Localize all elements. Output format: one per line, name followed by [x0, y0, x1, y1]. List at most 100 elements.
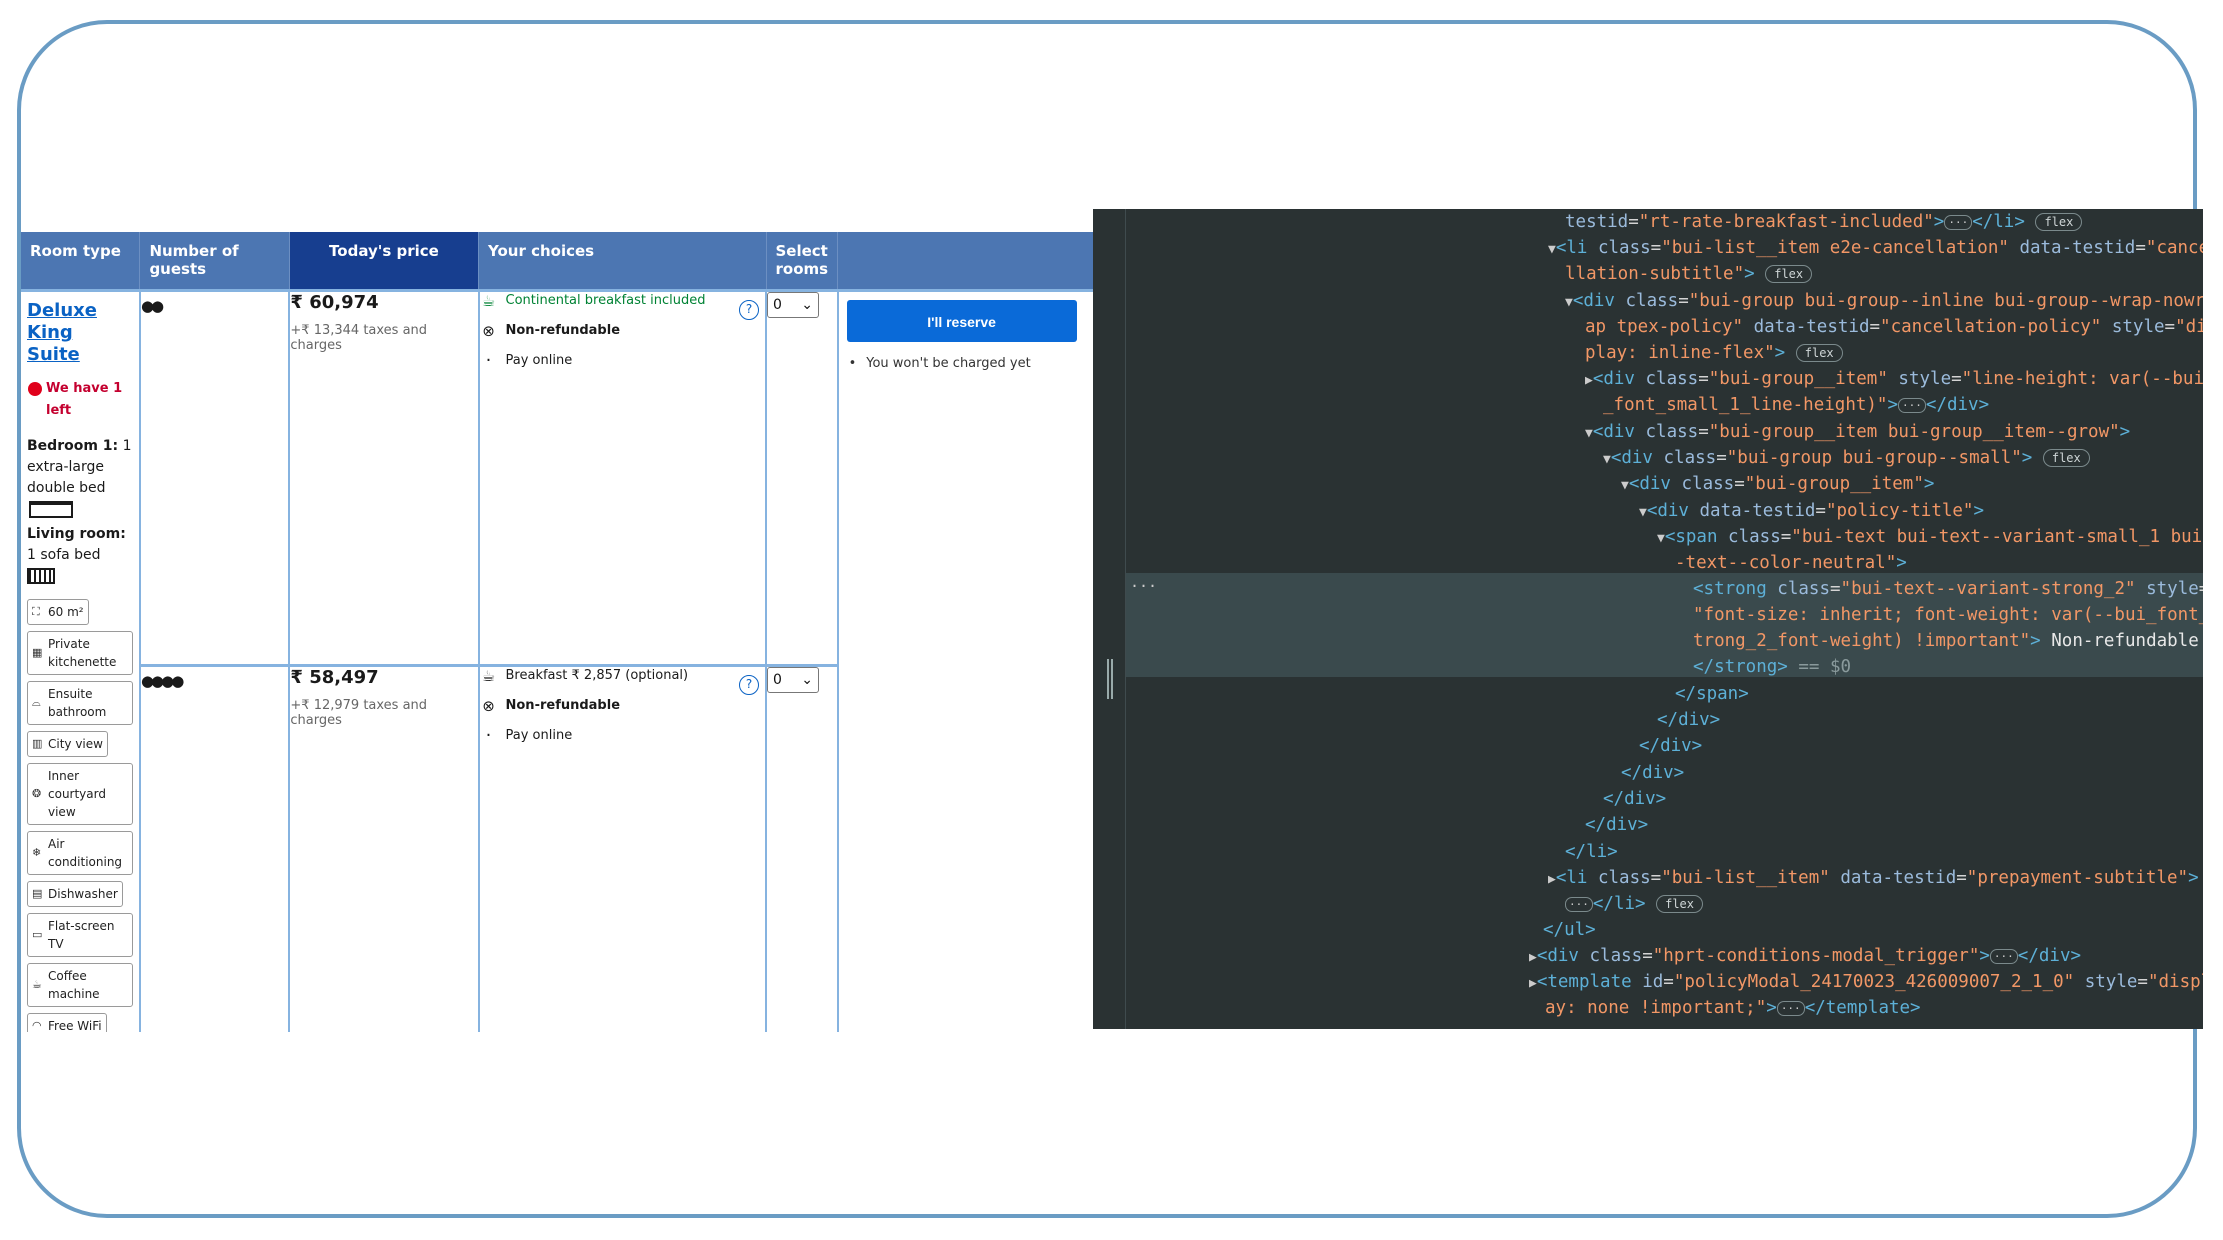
wifi-icon: ◠ [32, 1019, 42, 1032]
dom-line[interactable]: ▼<div data-testid="policy-title"> [1639, 498, 1984, 526]
room-table-panel: Room type Number of guests Today's price… [21, 232, 1097, 1032]
price-taxes: +₹ 12,979 taxes and charges [290, 697, 428, 728]
price-taxes: +₹ 13,344 taxes and charges [290, 323, 428, 353]
reserve-note: You won't be charged yet [847, 356, 1089, 371]
header-action [837, 232, 1097, 292]
room-count-select[interactable]: 0 ⌄ [767, 292, 819, 318]
price-amount: ₹ 58,497 [290, 666, 379, 688]
dom-line[interactable]: ▶<div class="hprt-conditions-modal_trigg… [1529, 943, 2081, 971]
facility-air-conditioning: ❄ Air conditioning [27, 831, 133, 875]
coffee-icon: ☕ [32, 978, 42, 991]
header-select-rooms: Select rooms [766, 232, 839, 292]
two-guests-icon: ●● [140, 297, 164, 315]
cup-icon: ☕ [481, 292, 496, 310]
dom-line[interactable]: ▼<div class="bui-group bui-group--inline… [1565, 288, 2203, 316]
facility-tv: ▭ Flat-screen TV [27, 913, 133, 957]
no-refund-icon: ⊗ [482, 696, 495, 715]
breakfast-option: ☕ Breakfast ₹ 2,857 (optional) [480, 667, 766, 685]
payment-policy: · Pay online [480, 352, 766, 370]
dom-line[interactable]: llation-subtitle"> flex [1565, 261, 1813, 287]
header-room-type: Room type [21, 232, 141, 292]
bedroom-info: Bedroom 1: 1 extra-large double bed [27, 436, 133, 520]
dishwasher-icon: ▤ [32, 887, 43, 900]
dom-line[interactable]: ▶<li class="bui-list__item" data-testid=… [1548, 865, 2199, 893]
room-type-cell: Deluxe King Suite We have 1 left Bedroom… [21, 290, 141, 1032]
kitchen-icon: ▦ [32, 646, 43, 659]
size-icon: ⛶ [32, 605, 40, 618]
dom-line-selected[interactable]: trong_2_font-weight) !important"> Non-re… [1693, 628, 2199, 654]
node-menu-icon[interactable]: ··· [1130, 577, 1157, 595]
dom-line[interactable]: </div> [1603, 786, 1666, 812]
dom-line[interactable]: ▼<div class="bui-group bui-group--small"… [1603, 445, 2090, 473]
bullet-icon: · [485, 350, 492, 371]
dom-line-selected[interactable]: "font-size: inherit; font-weight: var(--… [1693, 602, 2203, 628]
facility-list: ⛶ 60 m² ▦ Private kitchenette ⌓ Ensuite bat… [27, 599, 133, 1032]
reserve-button[interactable]: I'll reserve [846, 300, 1077, 342]
choices-cell-2: ? ☕ Breakfast ₹ 2,857 (optional) ⊗ Non-ref… [478, 665, 767, 1032]
dom-line[interactable]: play: inline-flex"> flex [1585, 340, 1843, 366]
facility-size: ⛶ 60 m² [27, 599, 89, 625]
double-bed-icon [29, 500, 73, 518]
dom-line[interactable]: </ul> [1543, 917, 1596, 943]
dom-line[interactable]: testid="rt-rate-breakfast-included"> ··· <… [1565, 209, 2083, 235]
dom-line[interactable]: </li> [1565, 839, 1618, 865]
cancellation-policy: ⊗ Non-refundable [480, 697, 766, 715]
select-cell-2: 0 ⌄ [766, 665, 839, 1032]
help-icon[interactable]: ? [739, 300, 759, 320]
room-name-link[interactable]: Deluxe King Suite [27, 300, 133, 366]
city-icon: ▥ [32, 737, 43, 750]
dom-line[interactable]: </div> [1585, 812, 1648, 838]
facility-city-view: ▥ City view [27, 731, 108, 757]
dom-line[interactable]: ▶<template id="policyModal_24170023_4260… [1529, 969, 2203, 997]
facility-bathroom: ⌓ Ensuite bathroom [27, 681, 133, 725]
payment-policy: · Pay online [480, 724, 766, 746]
breakfast-option: ☕ Continental breakfast included [480, 292, 766, 310]
dom-line[interactable]: ··· </li> flex [1565, 891, 1704, 917]
dom-line[interactable]: ▼<li class="bui-list__item e2e-cancellat… [1548, 235, 2203, 263]
help-icon[interactable]: ? [739, 674, 759, 695]
panel-resize-handle[interactable] [1107, 659, 1113, 699]
cup-icon: ☕ [481, 666, 496, 685]
dom-line[interactable]: ▶<div class="bui-group__item" style="lin… [1585, 366, 2203, 394]
dom-line-selected[interactable]: <strong class="bui-text--variant-strong_… [1693, 576, 2203, 602]
choices-cell-1: ? ☕ Continental breakfast included ⊗ Non-r… [478, 290, 767, 667]
dom-line[interactable]: ▼<span class="bui-text bui-text--variant… [1657, 524, 2202, 552]
dom-line[interactable]: </span> [1675, 681, 1749, 707]
bullet-icon: · [485, 724, 492, 746]
dom-line[interactable]: -text--color-neutral"> [1675, 550, 1907, 576]
facility-dishwasher: ▤ Dishwasher [27, 881, 123, 907]
dom-line[interactable]: </div> [1621, 760, 1684, 786]
dom-line[interactable]: ▼<div class="bui-group__item"> [1621, 471, 1934, 499]
guests-cell-2: ●●●● [139, 665, 291, 1032]
dom-line[interactable]: ap tpex-policy" data-testid="cancellatio… [1585, 314, 2203, 340]
facility-courtyard-view: ❂ Inner courtyard view [27, 763, 133, 825]
facility-kitchenette: ▦ Private kitchenette [27, 631, 133, 675]
tv-icon: ▭ [32, 928, 43, 941]
facility-coffee-machine: ☕ Coffee machine [27, 963, 133, 1007]
snowflake-icon: ❄ [32, 846, 42, 859]
dom-line-selected[interactable]: </strong> == $0 [1693, 654, 1851, 680]
alert-dot-icon [28, 382, 42, 396]
header-price: Today's price [289, 232, 480, 292]
price-cell-1: ₹ 60,974 +₹ 13,344 taxes and charges [289, 290, 480, 667]
chevron-down-icon: ⌄ [801, 671, 813, 688]
room-count-select[interactable]: 0 ⌄ [767, 666, 819, 693]
devtools-elements-panel: ··· testid="rt-rate-breakfast-included">… [1093, 209, 2203, 1029]
dom-line[interactable]: ▼<div class="bui-group__item bui-group__… [1585, 419, 2130, 447]
no-refund-icon: ⊗ [482, 322, 495, 340]
availability-badge: We have 1 left [27, 378, 133, 422]
dom-line[interactable]: ay: none !important;"> ··· </template> [1545, 995, 1921, 1021]
living-room-info: Living room: 1 sofa bed [27, 524, 133, 587]
reserve-cell: I'll reserve You won't be charged yet [838, 291, 1097, 1033]
dom-line[interactable]: _font_small_1_line-height)"> ··· </div> [1603, 392, 1989, 418]
courtyard-icon: ❂ [32, 787, 42, 800]
guests-cell-1: ●● [139, 290, 291, 667]
bath-icon: ⌓ [32, 696, 41, 709]
select-cell-1: 0 ⌄ [766, 290, 839, 667]
dom-line[interactable]: </div> [1639, 733, 1702, 759]
facility-wifi: ◠ Free WiFi [27, 1013, 107, 1032]
header-choices: Your choices [478, 232, 767, 292]
header-guests: Number of guests [139, 232, 290, 292]
price-cell-2: ₹ 58,497 +₹ 12,979 taxes and charges [289, 665, 480, 1032]
dom-line[interactable]: </div> [1657, 707, 1720, 733]
